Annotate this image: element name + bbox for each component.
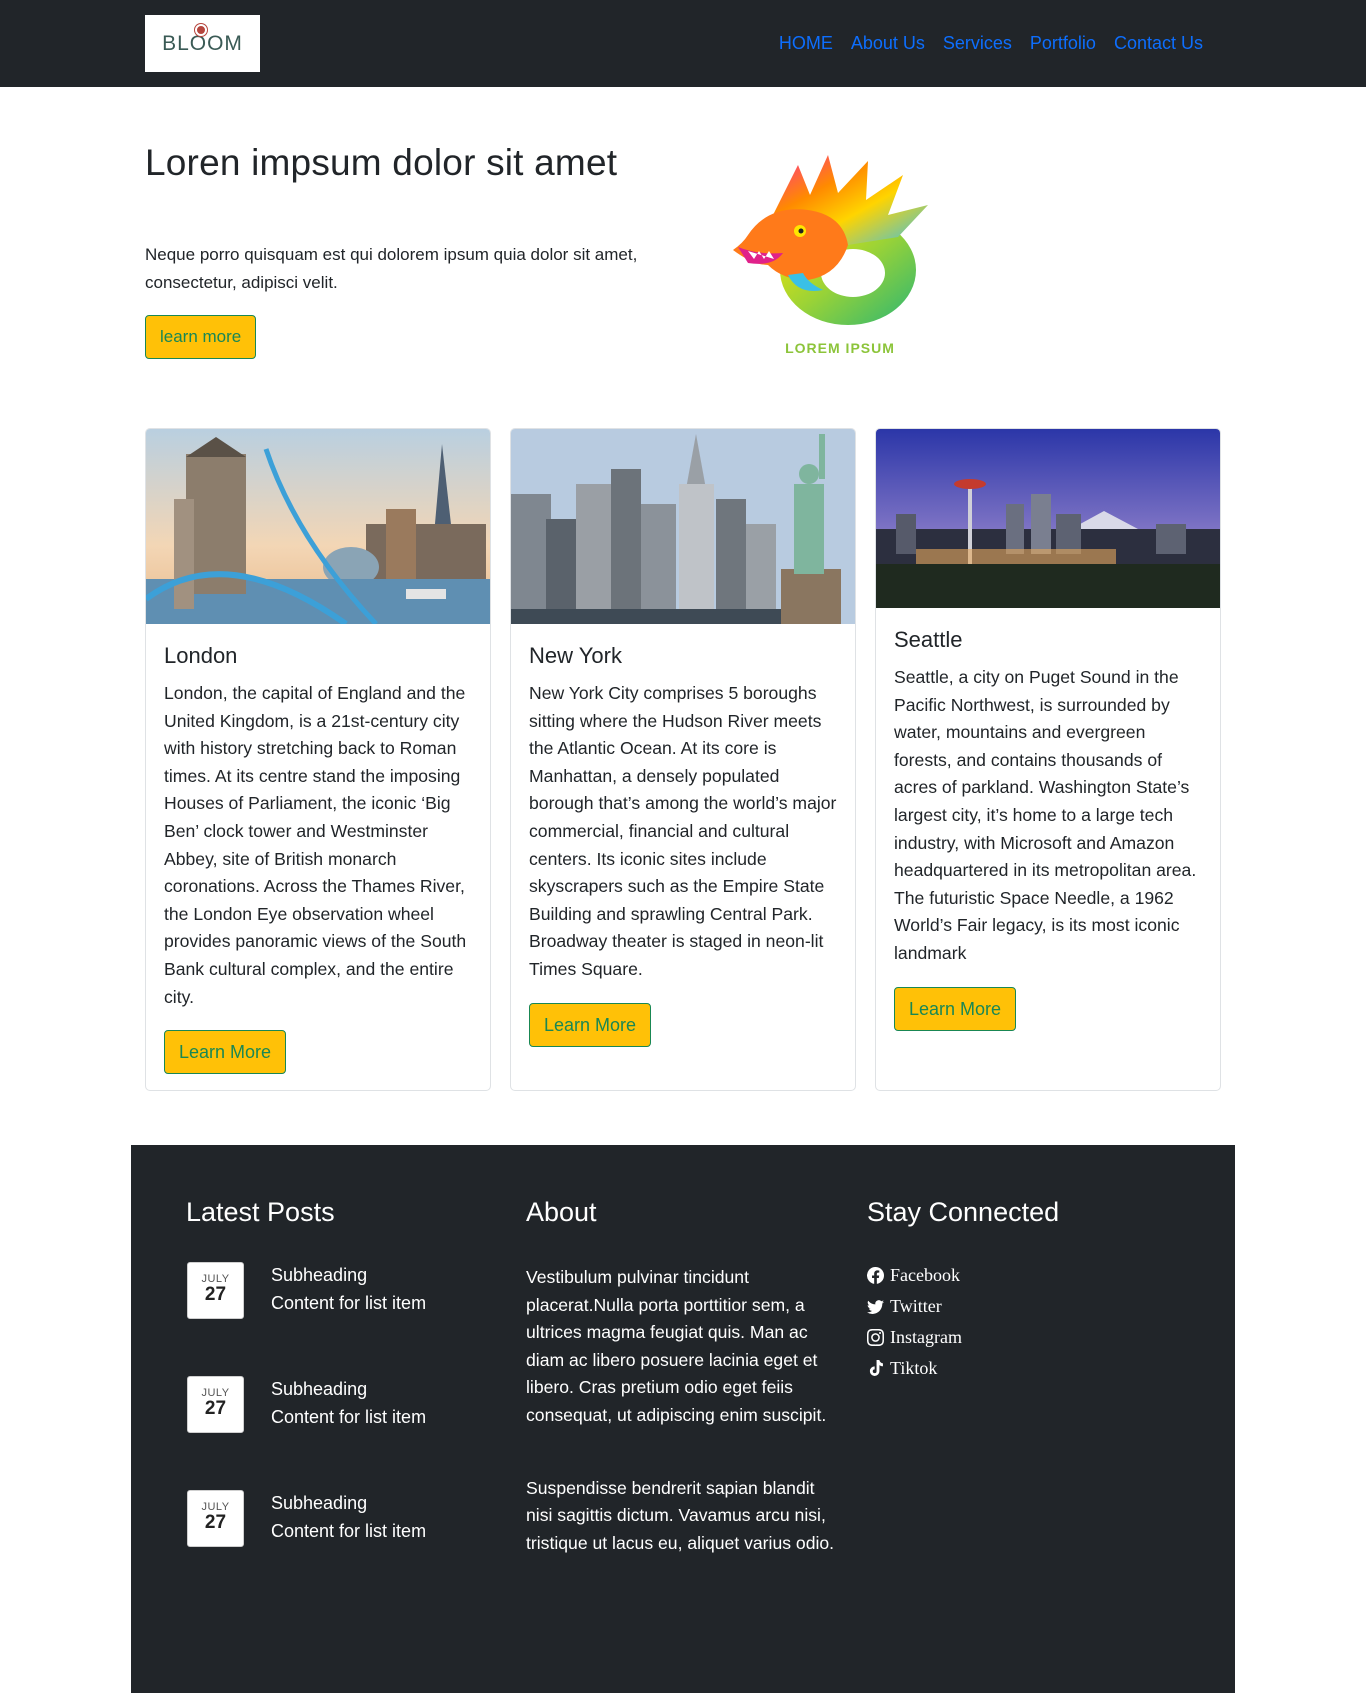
- post-text: Subheading Content for list item: [271, 1376, 426, 1431]
- date-day: 27: [204, 1398, 227, 1419]
- stay-connected-title: Stay Connected: [867, 1197, 1060, 1227]
- social-link-tiktok[interactable]: Tiktok: [867, 1353, 1187, 1384]
- twitter-icon: [867, 1300, 884, 1314]
- post-item[interactable]: JULY 27 Subheading Content for list item: [186, 1490, 486, 1550]
- about-paragraph-2: Suspendisse bendrerit sapian blandit nis…: [526, 1477, 835, 1553]
- calendar-icon: JULY 27: [187, 1262, 244, 1319]
- new-york-learn-more-button[interactable]: Learn More: [529, 1002, 652, 1047]
- bloom-logo[interactable]: BLOOM: [145, 15, 260, 72]
- nav-link-about-us[interactable]: About Us: [842, 31, 934, 55]
- calendar-icon: JULY 27: [187, 1376, 244, 1433]
- dragon-icon: [733, 155, 928, 325]
- nav-link-contact-us[interactable]: Contact Us: [1105, 31, 1212, 55]
- instagram-icon: [867, 1329, 884, 1346]
- post-text: Subheading Content for list item: [271, 1262, 426, 1317]
- hero-title: Loren impsum dolor sit amet: [145, 142, 618, 183]
- social-link-twitter[interactable]: Twitter: [867, 1291, 1187, 1322]
- london-image: [146, 429, 490, 624]
- seattle-learn-more-button[interactable]: Learn More: [894, 986, 1017, 1031]
- date-day: 27: [204, 1284, 227, 1305]
- new-york-image: [511, 429, 855, 624]
- about-title: About: [526, 1197, 597, 1227]
- social-label: Instagram: [890, 1327, 962, 1347]
- hero-learn-more-button[interactable]: learn more: [145, 315, 257, 359]
- stay-connected-section: Stay Connected Facebook Twitter Instagra…: [867, 1195, 1187, 1384]
- about-section: About Vestibulum pulvinar tincidunt plac…: [526, 1195, 846, 1557]
- flower-icon: [195, 24, 207, 36]
- social-list: Facebook Twitter Instagram Tiktok: [867, 1260, 1187, 1384]
- navbar: BLOOM HOME About Us Services Portfolio C…: [0, 0, 1366, 87]
- social-label: Twitter: [890, 1296, 942, 1316]
- nav-link-services[interactable]: Services: [934, 31, 1021, 55]
- latest-posts-section: Latest Posts JULY 27 Subheading Content …: [186, 1195, 506, 1595]
- card-text: New York City comprises 5 boroughs sitti…: [529, 683, 837, 979]
- card-seattle: Seattle Seattle, a city on Puget Sound i…: [875, 428, 1221, 1091]
- card-title: Seattle: [894, 627, 963, 652]
- footer: Latest Posts JULY 27 Subheading Content …: [131, 1145, 1235, 1693]
- card-text: London, the capital of England and the U…: [164, 683, 467, 1007]
- card-title: New York: [529, 643, 622, 668]
- card-text: Seattle, a city on Puget Sound in the Pa…: [894, 667, 1197, 963]
- card-london: London London, the capital of England an…: [145, 428, 491, 1091]
- date-day: 27: [204, 1512, 227, 1533]
- post-text: Subheading Content for list item: [271, 1490, 426, 1545]
- social-link-instagram[interactable]: Instagram: [867, 1322, 1187, 1353]
- social-label: Tiktok: [890, 1358, 938, 1378]
- post-subheading: Subheading: [271, 1493, 368, 1513]
- latest-posts-title: Latest Posts: [186, 1197, 335, 1227]
- about-paragraph-1: Vestibulum pulvinar tincidunt placerat.N…: [526, 1267, 827, 1425]
- post-item[interactable]: JULY 27 Subheading Content for list item: [186, 1376, 486, 1436]
- social-label: Facebook: [890, 1265, 960, 1285]
- tiktok-icon: [869, 1360, 883, 1376]
- post-subheading: Subheading: [271, 1379, 368, 1399]
- calendar-icon: JULY 27: [187, 1490, 244, 1547]
- post-item[interactable]: JULY 27 Subheading Content for list item: [186, 1262, 486, 1322]
- nav-links: HOME About Us Services Portfolio Contact…: [770, 31, 1212, 55]
- post-subheading: Subheading: [271, 1265, 368, 1285]
- hero-text: Neque porro quisquam est qui dolorem ips…: [145, 245, 638, 292]
- london-learn-more-button[interactable]: Learn More: [164, 1030, 287, 1075]
- nav-link-home[interactable]: HOME: [770, 31, 842, 55]
- post-content: Content for list item: [271, 1520, 427, 1541]
- hero-logo-text: LOREM IPSUM: [785, 340, 895, 356]
- dragon-logo: LOREM IPSUM: [728, 155, 958, 365]
- post-content: Content for list item: [271, 1292, 427, 1313]
- post-content: Content for list item: [271, 1406, 427, 1427]
- nav-link-portfolio[interactable]: Portfolio: [1021, 31, 1105, 55]
- card-title: London: [164, 643, 238, 668]
- card-new-york: New York New York City comprises 5 borou…: [510, 428, 856, 1091]
- facebook-icon: [867, 1267, 884, 1284]
- seattle-image: [876, 429, 1220, 608]
- social-link-facebook[interactable]: Facebook: [867, 1260, 1187, 1291]
